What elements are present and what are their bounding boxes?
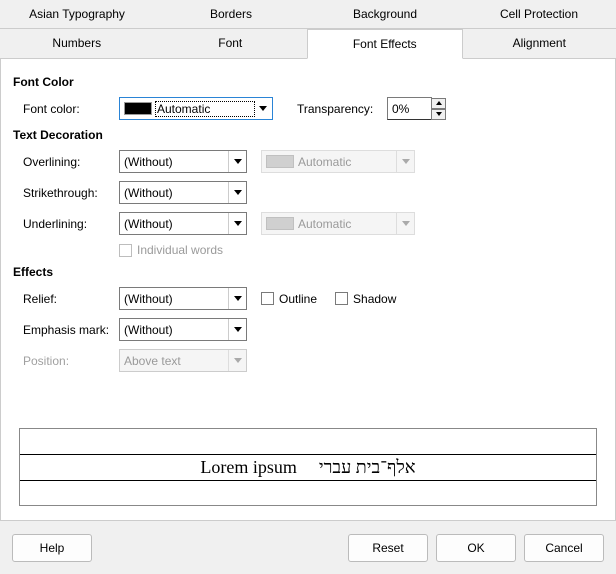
tab-font-effects[interactable]: Font Effects	[307, 29, 463, 59]
tab-numbers[interactable]: Numbers	[0, 29, 154, 59]
strike-combo[interactable]: (Without)	[119, 181, 247, 204]
spin-up-icon[interactable]	[431, 98, 446, 109]
color-swatch-icon	[266, 155, 294, 168]
spin-down-icon[interactable]	[431, 109, 446, 120]
reset-button[interactable]: Reset	[348, 534, 428, 562]
chevron-down-icon	[228, 288, 246, 309]
relief-label: Relief:	[23, 292, 119, 306]
transparency-label: Transparency:	[297, 102, 393, 116]
shadow-checkbox[interactable]: Shadow	[335, 292, 396, 306]
color-swatch-icon	[266, 217, 294, 230]
position-combo: Above text	[119, 349, 247, 372]
underlining-color-combo: Automatic	[261, 212, 415, 235]
chevron-down-icon	[396, 151, 414, 172]
transparency-spin[interactable]	[387, 97, 446, 120]
chevron-down-icon	[254, 98, 272, 119]
overlining-label: Overlining:	[23, 155, 119, 169]
checkbox-icon	[119, 244, 132, 257]
help-button[interactable]: Help	[12, 534, 92, 562]
checkbox-icon	[335, 292, 348, 305]
font-color-value: Automatic	[156, 102, 254, 116]
color-swatch-icon	[124, 102, 152, 115]
chevron-down-icon	[228, 213, 246, 234]
relief-combo[interactable]: (Without)	[119, 287, 247, 310]
underlining-combo[interactable]: (Without)	[119, 212, 247, 235]
individual-words-checkbox: Individual words	[119, 243, 223, 257]
tab-cell-protection[interactable]: Cell Protection	[462, 0, 616, 29]
tabs-row-1: Asian Typography Borders Background Cell…	[0, 0, 616, 29]
preview-area: Lorem ipsum אלף־בית עברי	[19, 428, 597, 506]
tab-borders[interactable]: Borders	[154, 0, 308, 29]
ok-button[interactable]: OK	[436, 534, 516, 562]
section-effects: Effects	[13, 265, 603, 279]
transparency-input[interactable]	[387, 97, 432, 120]
position-label: Position:	[23, 354, 119, 368]
tab-content: Font Color Font color: Automatic Transpa…	[0, 59, 616, 521]
emphasis-label: Emphasis mark:	[23, 323, 119, 337]
chevron-down-icon	[396, 213, 414, 234]
emphasis-combo[interactable]: (Without)	[119, 318, 247, 341]
chevron-down-icon	[228, 319, 246, 340]
overlining-color-combo: Automatic	[261, 150, 415, 173]
dialog-footer: Help Reset OK Cancel	[12, 534, 604, 562]
tab-background[interactable]: Background	[308, 0, 462, 29]
cancel-button[interactable]: Cancel	[524, 534, 604, 562]
overlining-combo[interactable]: (Without)	[119, 150, 247, 173]
tab-alignment[interactable]: Alignment	[463, 29, 616, 59]
font-color-label: Font color:	[23, 102, 119, 116]
checkbox-icon	[261, 292, 274, 305]
strike-label: Strikethrough:	[23, 186, 119, 200]
underlining-label: Underlining:	[23, 217, 119, 231]
tab-font[interactable]: Font	[154, 29, 308, 59]
tabs-row-2: Numbers Font Font Effects Alignment	[0, 29, 616, 59]
section-text-decoration: Text Decoration	[13, 128, 603, 142]
font-color-combo[interactable]: Automatic	[119, 97, 273, 120]
chevron-down-icon	[228, 151, 246, 172]
preview-latin: Lorem ipsum	[200, 457, 297, 478]
preview-hebrew: אלף־בית עברי	[319, 457, 416, 478]
tab-asian-typography[interactable]: Asian Typography	[0, 0, 154, 29]
outline-checkbox[interactable]: Outline	[261, 292, 317, 306]
chevron-down-icon	[228, 182, 246, 203]
chevron-down-icon	[228, 350, 246, 371]
section-font-color: Font Color	[13, 75, 603, 89]
character-dialog: Asian Typography Borders Background Cell…	[0, 0, 616, 574]
